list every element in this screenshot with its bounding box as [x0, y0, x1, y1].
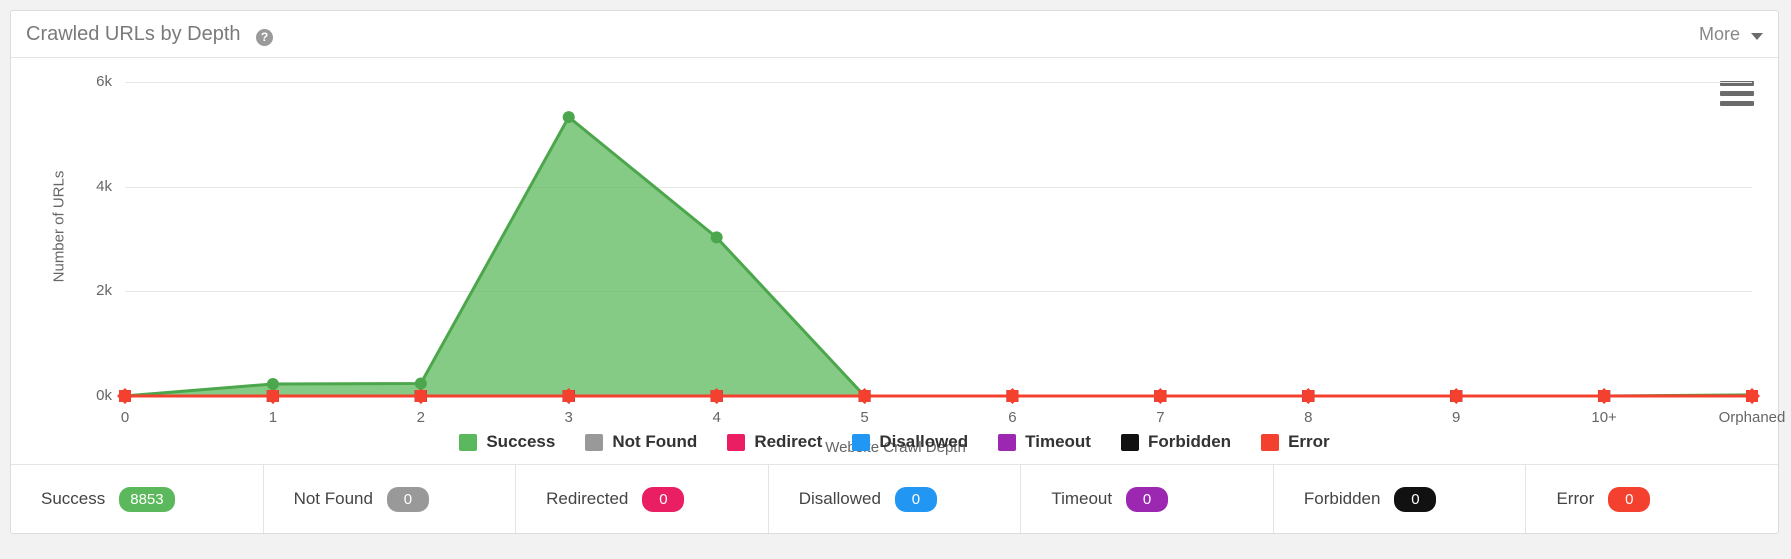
- stat-not-found[interactable]: Not Found 0: [264, 465, 517, 533]
- stat-label: Redirected: [546, 489, 629, 508]
- legend-swatch-icon: [1261, 433, 1280, 451]
- stat-timeout[interactable]: Timeout 0: [1021, 465, 1274, 533]
- legend-swatch-icon: [852, 433, 871, 451]
- panel-header: Crawled URLs by Depth ? More: [11, 11, 1778, 58]
- more-label: More: [1698, 24, 1740, 44]
- series-canvas: [117, 111, 1760, 404]
- data-point-marker-success[interactable]: [414, 377, 427, 390]
- legend-swatch-icon: [1120, 433, 1139, 451]
- legend-label: Disallowed: [879, 432, 969, 451]
- stat-forbidden[interactable]: Forbidden 0: [1274, 465, 1527, 533]
- legend-swatch-icon: [459, 433, 478, 451]
- legend-item-not-found[interactable]: Not Found: [585, 432, 697, 452]
- legend-label: Timeout: [1025, 432, 1091, 451]
- stat-redirected[interactable]: Redirected 0: [516, 465, 769, 533]
- data-point-marker-success[interactable]: [710, 231, 723, 244]
- legend-label: Redirect: [754, 432, 823, 451]
- stat-success[interactable]: Success 8853: [11, 465, 264, 533]
- legend-label: Not Found: [612, 432, 698, 451]
- status-badge: 0: [642, 486, 685, 512]
- status-badge: 0: [1608, 486, 1651, 512]
- chevron-down-icon: [1751, 32, 1763, 40]
- stat-label: Error: [1556, 489, 1595, 508]
- status-badge: 0: [386, 486, 429, 512]
- stat-label: Success: [41, 489, 106, 508]
- legend-item-forbidden[interactable]: Forbidden: [1120, 432, 1232, 452]
- status-summary-bar: Success 8853 Not Found 0 Redirected 0 Disallow…: [11, 464, 1778, 533]
- stat-label: Not Found: [293, 489, 373, 508]
- legend-label: Success: [486, 432, 556, 451]
- chart-plot: Number of URLs 0k 2k 4k 6k 0 1 2 3 4 5 6 7 8 9 10+ Orpha…: [11, 58, 1786, 466]
- legend-item-redirect[interactable]: Redirect: [727, 432, 822, 452]
- crawled-urls-panel: Crawled URLs by Depth ? More Number of U…: [10, 10, 1786, 534]
- stat-disallowed[interactable]: Disallowed 0: [769, 465, 1022, 533]
- status-badge: 0: [894, 486, 937, 512]
- legend-swatch-icon: [998, 433, 1017, 451]
- legend-item-success[interactable]: Success: [459, 432, 555, 452]
- stat-label: Timeout: [1051, 489, 1113, 508]
- legend-item-timeout[interactable]: Timeout: [998, 432, 1091, 452]
- legend-item-error[interactable]: Error: [1261, 432, 1330, 452]
- status-badge: 0: [1394, 486, 1437, 512]
- legend-label: Forbidden: [1147, 432, 1232, 451]
- chart-legend: Success Not Found Redirect Disallowed Timeou…: [11, 432, 1778, 452]
- legend-item-disallowed[interactable]: Disallowed: [852, 432, 968, 452]
- data-point-marker-success[interactable]: [562, 111, 575, 124]
- chart-area: Number of URLs 0k 2k 4k 6k 0 1 2 3 4 5 6 7 8 9 10+ Orpha…: [11, 58, 1786, 466]
- stat-label: Disallowed: [798, 489, 881, 508]
- series-line-success: [124, 114, 1753, 398]
- status-badge: 0: [1126, 486, 1169, 512]
- stat-label: Forbidden: [1303, 489, 1381, 508]
- help-icon[interactable]: ?: [256, 29, 273, 46]
- status-badge: 8853: [119, 486, 175, 512]
- legend-label: Error: [1288, 432, 1330, 451]
- legend-swatch-icon: [727, 433, 746, 451]
- series-area-success: [125, 117, 1752, 397]
- more-dropdown[interactable]: More: [1699, 24, 1763, 45]
- stat-error[interactable]: Error 0: [1526, 465, 1778, 533]
- data-point-marker-success[interactable]: [266, 377, 279, 390]
- legend-swatch-icon: [585, 433, 604, 451]
- page-title: Crawled URLs by Depth: [26, 23, 241, 45]
